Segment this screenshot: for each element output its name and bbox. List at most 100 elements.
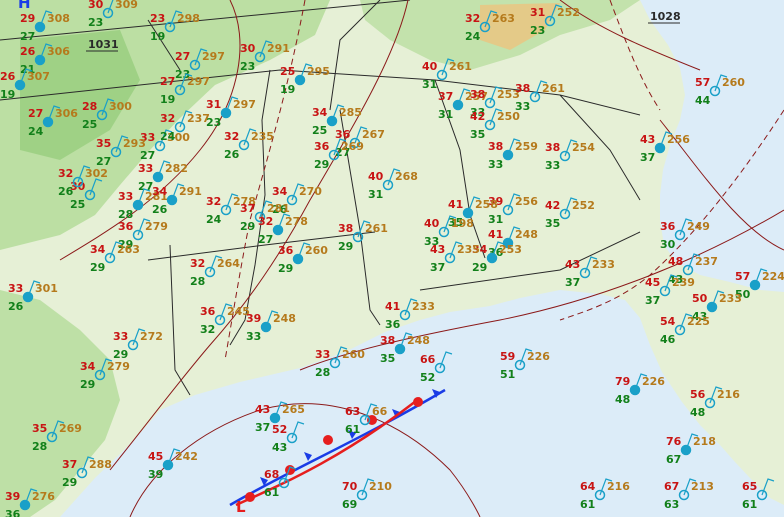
temperature-value: 43 — [255, 403, 270, 416]
pressure-value: 307 — [27, 70, 50, 83]
dewpoint-value: 28 — [32, 440, 47, 453]
pressure-value: 233 — [592, 258, 615, 271]
dewpoint-value: 44 — [695, 94, 711, 107]
dewpoint-value: 31 — [488, 213, 503, 226]
pressure-value: 298 — [177, 12, 200, 25]
pressure-value: 267 — [362, 128, 385, 141]
low-pressure-symbol: L — [236, 498, 246, 516]
temperature-value: 40 — [424, 217, 440, 230]
dewpoint-value: 29 — [62, 476, 77, 489]
pressure-value: 213 — [691, 480, 714, 493]
temperature-value: 32 — [206, 195, 221, 208]
dewpoint-value: 35 — [470, 128, 485, 141]
temperature-value: 54 — [660, 315, 676, 328]
temperature-value: 27 — [175, 50, 190, 63]
pressure-value: 264 — [217, 257, 240, 270]
dewpoint-value: 24 — [465, 30, 481, 43]
dewpoint-value: 29 — [90, 261, 105, 274]
temperature-value: 33 — [138, 162, 153, 175]
temperature-value: 41 — [448, 198, 463, 211]
pressure-value: 239 — [672, 276, 695, 289]
temperature-value: 70 — [342, 480, 358, 493]
temperature-value: 38 — [470, 88, 485, 101]
temperature-value: 32 — [58, 167, 73, 180]
pressure-value: 226 — [527, 350, 550, 363]
temperature-value: 39 — [246, 312, 261, 325]
temperature-value: 57 — [695, 76, 710, 89]
dewpoint-value: 29 — [278, 262, 293, 275]
temperature-value: 36 — [200, 305, 216, 318]
temperature-value: 65 — [742, 480, 757, 493]
dewpoint-value: 26 — [8, 300, 24, 313]
pressure-value: 263 — [117, 243, 140, 256]
pressure-value: 253 — [499, 243, 522, 256]
pressure-value: 300 — [109, 100, 132, 113]
pressure-value: 198 — [451, 217, 474, 230]
temperature-value: 30 — [240, 42, 256, 55]
pressure-value: 297 — [202, 50, 225, 63]
temperature-value: 26 — [0, 70, 16, 83]
temperature-value: 29 — [20, 12, 35, 25]
pressure-value: 256 — [667, 133, 690, 146]
temperature-value: 38 — [488, 140, 503, 153]
pressure-value: 291 — [179, 185, 202, 198]
temperature-value: 57 — [735, 270, 750, 283]
pressure-value: 235 — [457, 243, 480, 256]
pressure-value: 269 — [341, 140, 364, 153]
temperature-value: 32 — [224, 130, 239, 143]
temperature-value: 33 — [315, 348, 330, 361]
temperature-value: 40 — [368, 170, 384, 183]
dewpoint-value: 33 — [488, 158, 503, 171]
temperature-value: 33 — [118, 190, 133, 203]
pressure-value: 301 — [35, 282, 58, 295]
temperature-value: 37 — [438, 90, 453, 103]
dewpoint-value: 61 — [742, 498, 757, 511]
pressure-center-low: L — [236, 498, 246, 516]
pressure-value: 235 — [251, 130, 274, 143]
dewpoint-value: 67 — [666, 453, 681, 466]
pressure-value: 260 — [305, 244, 328, 257]
dewpoint-value: 25 — [312, 124, 327, 137]
temperature-value: 67 — [664, 480, 679, 493]
dewpoint-value: 28 — [190, 275, 205, 288]
temperature-value: 32 — [190, 257, 205, 270]
dewpoint-value: 30 — [660, 238, 676, 251]
temperature-value: 28 — [82, 100, 97, 113]
dewpoint-value: 61 — [580, 498, 595, 511]
pressure-value: 295 — [307, 65, 330, 78]
temperature-value: 59 — [500, 350, 515, 363]
pressure-value: 288 — [89, 458, 112, 471]
dewpoint-value: 37 — [255, 421, 270, 434]
pressure-value: 260 — [342, 348, 365, 361]
dewpoint-value: 27 — [258, 233, 273, 246]
temperature-value: 34 — [272, 185, 288, 198]
temperature-value: 27 — [28, 107, 43, 120]
dewpoint-value: 25 — [82, 118, 97, 131]
temperature-value: 31 — [530, 6, 545, 19]
dewpoint-value: 31 — [422, 78, 437, 91]
temperature-value: 37 — [62, 458, 77, 471]
pressure-value: 226 — [642, 375, 665, 388]
temperature-value: 68 — [264, 468, 279, 481]
temperature-value: 42 — [470, 110, 485, 123]
pressure-value: 285 — [339, 106, 362, 119]
dewpoint-value: 27 — [20, 30, 35, 43]
pressure-value: 263 — [492, 12, 515, 25]
pressure-value: 249 — [687, 220, 710, 233]
pressure-value: 218 — [693, 435, 716, 448]
dewpoint-value: 36 — [385, 318, 401, 331]
dewpoint-value: 51 — [500, 368, 515, 381]
temperature-value: 76 — [666, 435, 682, 448]
pressure-value: 302 — [85, 167, 108, 180]
temperature-value: 43 — [565, 258, 580, 271]
dewpoint-value: 19 — [150, 30, 165, 43]
pressure-value: 261 — [542, 82, 565, 95]
temperature-value: 66 — [420, 353, 436, 366]
pressure-value: 265 — [282, 403, 305, 416]
pressure-value: 233 — [719, 292, 742, 305]
temperature-value: 42 — [545, 199, 560, 212]
pressure-value: 279 — [145, 220, 168, 233]
temperature-value: 23 — [150, 12, 165, 25]
dewpoint-value: 48 — [690, 406, 705, 419]
pressure-value: 268 — [395, 170, 418, 183]
